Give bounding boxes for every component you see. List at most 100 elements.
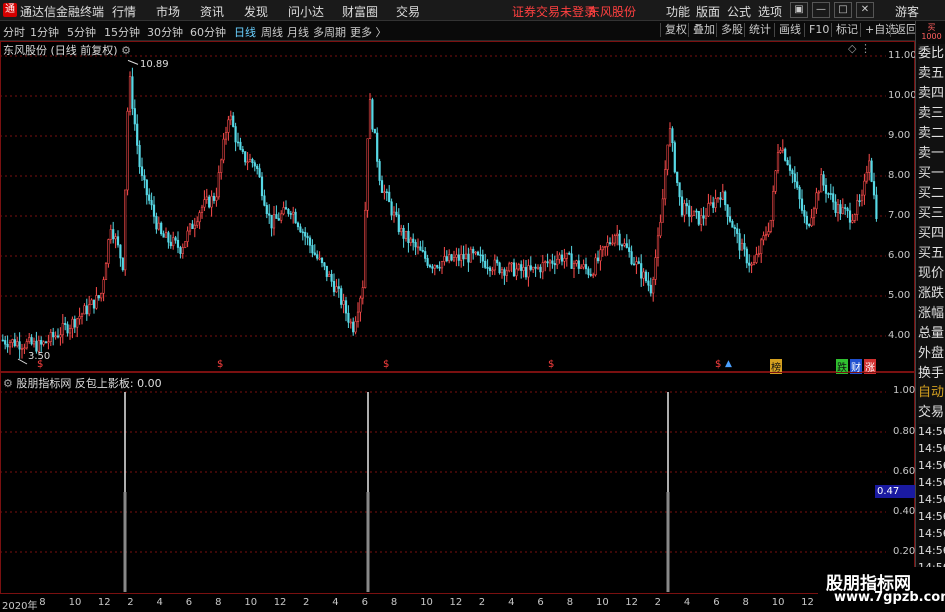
event-marker[interactable]: $ [548,359,554,370]
period-30min[interactable]: 30分钟 [147,24,183,40]
menu-zixun[interactable]: 资讯 [200,3,224,20]
candle-body [846,208,849,212]
candle-body [781,148,784,151]
candle-body [541,262,544,273]
candle-body [126,110,129,191]
candle-body [13,339,16,347]
menu-hangqing[interactable]: 行情 [112,3,136,20]
candle-body [733,227,736,229]
candle-body [306,235,309,239]
candlestick-chart[interactable] [0,41,886,372]
candle-body [522,267,525,271]
period-5min[interactable]: 5分钟 [67,24,96,40]
candle-body [524,267,528,278]
candle-body [731,221,734,228]
menu-jiaoyi[interactable]: 交易 [396,3,420,20]
restore-icon[interactable]: ▣ [790,2,808,18]
menu-xuanxiang[interactable]: 选项 [758,3,782,20]
candle-body [774,170,777,192]
candle-body [330,273,333,282]
candle-body [683,203,686,216]
minimize-icon[interactable]: — [812,2,830,18]
x-tick-label: 2 [478,597,486,608]
menu-caifuquan[interactable]: 财富圈 [342,3,378,20]
quote-field-label: 涨跌 [918,284,945,304]
event-marker[interactable]: $ [715,359,721,370]
candle-body [328,273,331,277]
candle-body [752,262,756,265]
candle-body [788,164,792,171]
period-fenshi[interactable]: 分时 [3,24,25,40]
y-tick: 11.00 [888,50,917,61]
overlay-button[interactable]: 叠加 [688,23,719,37]
period-60min[interactable]: 60分钟 [190,24,226,40]
login-warning[interactable]: 证券交易未登录 [512,3,596,20]
f10-button[interactable]: F10 [804,23,833,37]
indicator-chart[interactable] [0,372,886,594]
candle-body [388,191,391,203]
candle-body [28,337,31,342]
trade-label[interactable]: 交易 [918,403,945,423]
period-weekly[interactable]: 周线 [261,24,283,40]
candle-body [632,263,636,266]
period-15min[interactable]: 15分钟 [104,24,140,40]
candle-body [664,169,667,200]
period-daily[interactable]: 日线 [234,24,256,40]
candle-body [64,323,67,325]
candle-body [59,334,62,338]
period-more[interactable]: 更多 〉 [350,24,387,40]
candle-body [812,208,816,219]
fuquan-button[interactable]: 复权 [660,23,691,37]
menu-shichang[interactable]: 市场 [156,3,180,20]
candle-body [131,76,134,109]
menu-banmian[interactable]: 版面 [696,3,720,20]
candle-body [508,263,511,272]
period-1min[interactable]: 1分钟 [30,24,59,40]
menu-faxian[interactable]: 发现 [244,3,268,20]
candle-body [52,331,55,338]
candle-body [582,264,585,268]
candle-body [426,258,429,266]
candle-body [409,238,412,244]
close-icon[interactable]: ✕ [856,2,874,18]
candle-body [767,231,770,235]
candle-body [136,123,139,146]
candle-body [822,174,825,186]
draw-button[interactable]: 画线 [774,23,805,37]
candle-body [738,233,741,251]
menu-gongneng[interactable]: 功能 [666,3,690,20]
candle-body [584,264,588,270]
candle-body [342,300,345,305]
multistock-button[interactable]: 多股 [716,23,747,37]
x-tick-label: 6 [713,597,720,608]
candle-body [140,166,144,176]
menu-wenxiaoda[interactable]: 问小达 [288,3,324,20]
event-marker[interactable]: $ [37,359,43,370]
candle-body [390,201,393,216]
guest-login[interactable]: 游客 [895,3,919,20]
period-multi[interactable]: 多周期 [313,24,346,40]
candle-body [736,228,739,234]
event-marker[interactable]: $ [383,359,389,370]
candle-body [296,222,300,228]
stats-button[interactable]: 统计 [744,23,775,37]
mark-button[interactable]: 标记 [831,23,862,37]
candle-body [205,196,208,201]
candle-body [128,76,132,112]
candle-body [440,261,444,269]
candle-body [640,263,643,279]
candle-body [289,213,292,215]
candle-body [769,219,772,232]
candle-body [486,267,489,269]
event-marker[interactable]: $ [217,359,223,370]
menu-gongshi[interactable]: 公式 [727,3,751,20]
candle-body [277,218,280,221]
maximize-icon[interactable]: □ [834,2,852,18]
title-bar: 通 通达信金融终端 行情 市场 资讯 发现 问小达 财富圈 交易 证券交易未登录… [0,0,945,21]
period-monthly[interactable]: 月线 [287,24,309,40]
tick-time: 14:56 [918,442,945,455]
x-tick-label: 8 [215,597,222,608]
candle-body [313,252,316,255]
auto-label[interactable]: 自动 [918,383,945,403]
candle-body [712,202,715,208]
